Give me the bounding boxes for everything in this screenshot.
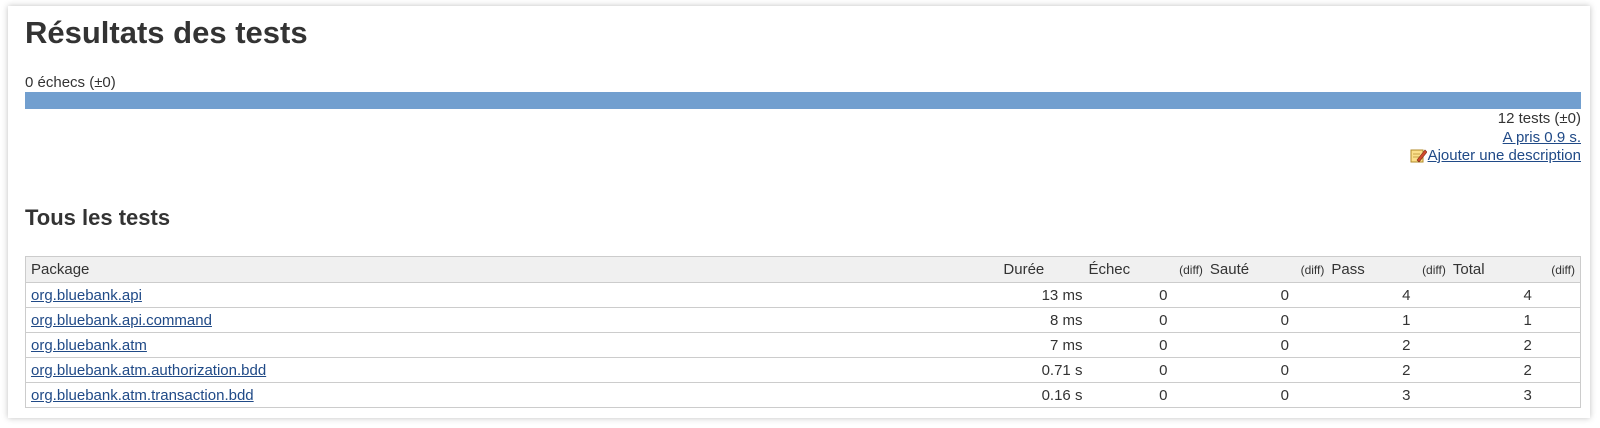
duration-cell: 7 ms [1001, 332, 1087, 358]
total-diff-cell [1535, 307, 1581, 333]
total-diff-cell [1535, 332, 1581, 358]
fail-cell: 0 [1086, 382, 1172, 408]
table-row: org.bluebank.atm.transaction.bdd 0.16 s … [25, 382, 1581, 408]
duration-cell: 8 ms [1001, 307, 1087, 333]
header-fail-diff[interactable]: (diff) [1171, 256, 1208, 283]
total-cell: 3 [1450, 382, 1536, 408]
total-diff-cell [1535, 382, 1581, 408]
pass-diff-cell [1414, 332, 1451, 358]
pass-diff-cell [1414, 282, 1451, 308]
header-pass[interactable]: Pass [1329, 256, 1415, 283]
package-link[interactable]: org.bluebank.atm.transaction.bdd [31, 387, 254, 404]
table-header-row: Package Durée Échec (diff) Sauté (diff) … [25, 256, 1581, 283]
pass-diff-cell [1414, 382, 1451, 408]
add-description-link[interactable]: Ajouter une description [1428, 147, 1581, 164]
fail-diff-cell [1171, 282, 1208, 308]
duration-cell: 0.16 s [1001, 382, 1087, 408]
test-summary: 12 tests (±0) A pris 0.9 s. Ajouter une … [1410, 110, 1581, 166]
total-cell: 4 [1450, 282, 1536, 308]
fail-cell: 0 [1086, 282, 1172, 308]
test-results-table: Package Durée Échec (diff) Sauté (diff) … [25, 256, 1581, 408]
skip-cell: 0 [1207, 382, 1293, 408]
skip-cell: 0 [1207, 307, 1293, 333]
total-diff-cell [1535, 357, 1581, 383]
package-link[interactable]: org.bluebank.api.command [31, 312, 212, 329]
header-skip-diff[interactable]: (diff) [1292, 256, 1330, 283]
header-pass-diff[interactable]: (diff) [1414, 256, 1451, 283]
skip-diff-cell [1292, 332, 1330, 358]
skip-diff-cell [1292, 282, 1330, 308]
total-diff-cell [1535, 282, 1581, 308]
pass-cell: 2 [1329, 357, 1415, 383]
fail-diff-cell [1171, 382, 1208, 408]
skip-diff-cell [1292, 307, 1330, 333]
pass-cell: 1 [1329, 307, 1415, 333]
header-total-diff[interactable]: (diff) [1535, 256, 1581, 283]
notepad-pencil-icon [1410, 149, 1427, 163]
test-progress-bar [25, 92, 1581, 109]
tests-count: 12 tests (±0) [1497, 110, 1581, 127]
pass-cell: 3 [1329, 382, 1415, 408]
package-link[interactable]: org.bluebank.atm [31, 337, 147, 354]
fail-diff-cell [1171, 357, 1208, 383]
header-total[interactable]: Total [1450, 256, 1536, 283]
header-fail[interactable]: Échec [1086, 256, 1172, 283]
total-cell: 2 [1450, 357, 1536, 383]
fail-cell: 0 [1086, 307, 1172, 333]
pass-cell: 2 [1329, 332, 1415, 358]
pass-cell: 4 [1329, 282, 1415, 308]
pass-diff-cell [1414, 357, 1451, 383]
test-results-panel: Résultats des tests 0 échecs (±0) 12 tes… [8, 6, 1590, 418]
skip-diff-cell [1292, 357, 1330, 383]
fail-diff-cell [1171, 307, 1208, 333]
header-package[interactable]: Package [25, 256, 1002, 283]
fail-cell: 0 [1086, 357, 1172, 383]
duration-cell: 13 ms [1001, 282, 1087, 308]
table-row: org.bluebank.api.command 8 ms 0 0 1 1 [25, 307, 1581, 333]
pass-diff-cell [1414, 307, 1451, 333]
failures-summary: 0 échecs (±0) [25, 74, 116, 91]
fail-cell: 0 [1086, 332, 1172, 358]
header-duration[interactable]: Durée [1001, 256, 1087, 283]
total-cell: 2 [1450, 332, 1536, 358]
package-link[interactable]: org.bluebank.api [31, 287, 142, 304]
duration-cell: 0.71 s [1001, 357, 1087, 383]
fail-diff-cell [1171, 332, 1208, 358]
skip-cell: 0 [1207, 357, 1293, 383]
package-link[interactable]: org.bluebank.atm.authorization.bdd [31, 362, 266, 379]
skip-cell: 0 [1207, 282, 1293, 308]
header-skip[interactable]: Sauté [1207, 256, 1293, 283]
table-row: org.bluebank.atm.authorization.bdd 0.71 … [25, 357, 1581, 383]
table-row: org.bluebank.api 13 ms 0 0 4 4 [25, 282, 1581, 308]
page-title: Résultats des tests [25, 15, 308, 50]
all-tests-heading: Tous les tests [25, 205, 171, 230]
skip-cell: 0 [1207, 332, 1293, 358]
table-row: org.bluebank.atm 7 ms 0 0 2 2 [25, 332, 1581, 358]
total-cell: 1 [1450, 307, 1536, 333]
skip-diff-cell [1292, 382, 1330, 408]
duration-link[interactable]: A pris 0.9 s. [1503, 129, 1581, 146]
